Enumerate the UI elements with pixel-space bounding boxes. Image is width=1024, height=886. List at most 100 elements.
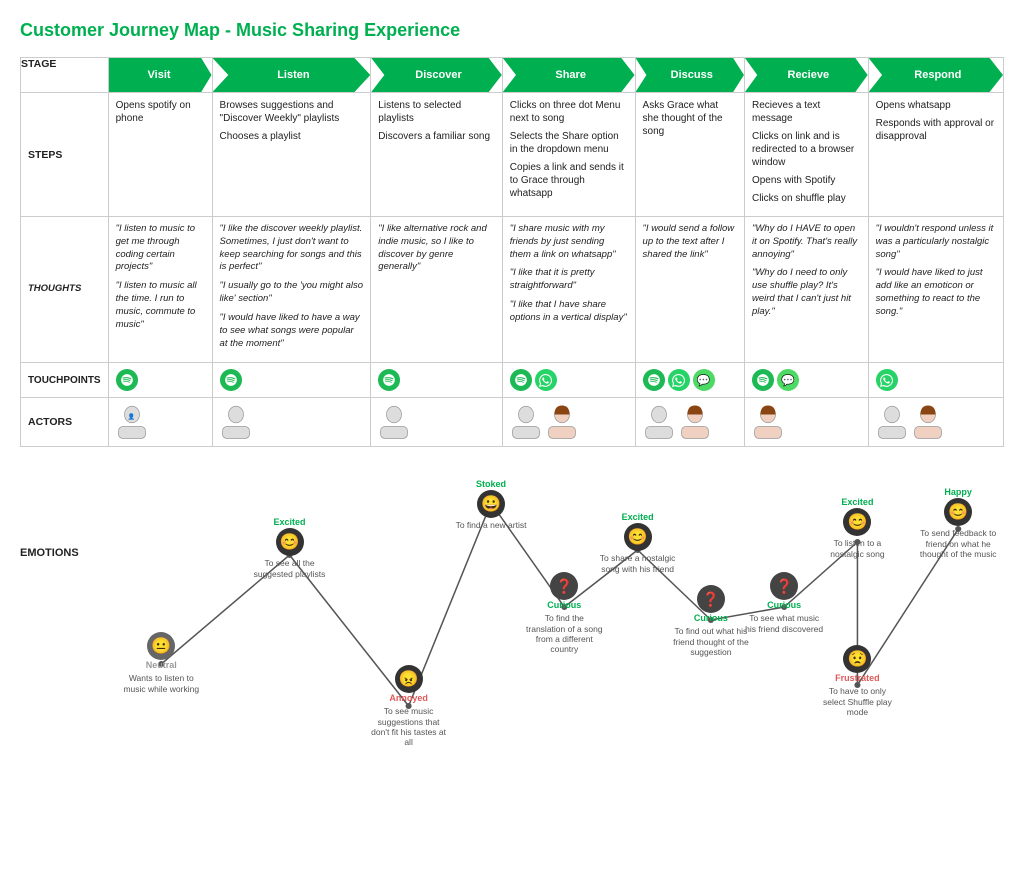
actor-icons-respond [876, 404, 996, 440]
touchpoints-label: TOUCHPOINTS [21, 363, 109, 398]
emotion-node-excited3: Excited 😊 To listen to a nostalgic song [817, 497, 897, 558]
thought-item: "I like alternative rock and indie music… [378, 223, 494, 274]
thoughts-label: THOUGHTS [21, 217, 109, 363]
steps-row: STEPS Opens spotify on phone Browses sug… [21, 93, 1004, 217]
actors-label: ACTORS [21, 398, 109, 447]
emotion-face-excited2: 😊 [624, 523, 652, 551]
emotion-label-curious3: Curious [767, 600, 801, 610]
whatsapp-icon [876, 369, 898, 391]
step-item: Asks Grace what she thought of the song [643, 99, 737, 138]
stage-arrow-respond: Respond [869, 58, 1003, 92]
actors-listen [212, 398, 371, 447]
actor-icons-discuss [643, 404, 737, 440]
step-item: Chooses a playlist [220, 130, 364, 143]
actor-user-icon [643, 404, 675, 440]
imessage-icon: 💬 [693, 369, 715, 391]
touchpoint-icons [876, 369, 996, 391]
touchpoints-row: TOUCHPOINTS [21, 363, 1004, 398]
step-item: Clicks on three dot Menu next to song [510, 99, 628, 125]
emotion-face-curious3: ❓ [770, 572, 798, 600]
stage-label: STAGE [21, 58, 109, 93]
step-item: Recieves a text message [752, 99, 861, 125]
actor-icons-share [510, 404, 628, 440]
thought-item: "I usually go to the 'you might also lik… [220, 280, 364, 306]
steps-recieve: Recieves a text message Clicks on link a… [744, 93, 868, 217]
actor-icons-visit: 👤 [116, 404, 205, 440]
thoughts-listen: "I like the discover weekly playlist. So… [212, 217, 371, 363]
emotion-face-frustrated: 😟 [843, 645, 871, 673]
emotion-face-curious2: ❓ [697, 585, 725, 613]
emotion-face-curious1: ❓ [550, 572, 578, 600]
stage-row: STAGE Visit Listen Discover Share Discus… [21, 58, 1004, 93]
thought-item: "I would have liked to have a way to see… [220, 312, 364, 350]
emotion-sublabel-annoyed: To see music suggestions that don't fit … [369, 706, 449, 747]
emotion-label-excited2: Excited [622, 512, 654, 522]
actor-user-icon [220, 404, 252, 440]
actor-friend-icon [912, 404, 944, 440]
title-highlight: Music Sharing Experience [236, 20, 460, 40]
emotion-sublabel-excited2: To share a nostalgic song with his frien… [598, 553, 678, 573]
thought-item: "I wouldn't respond unless it was a part… [876, 223, 996, 261]
step-item: Opens with Spotify [752, 174, 861, 187]
emotion-node-curious1: ❓ Curious To find the translation of a s… [524, 572, 604, 654]
steps-label: STEPS [21, 93, 109, 217]
actors-recieve [744, 398, 868, 447]
thoughts-row: THOUGHTS "I listen to music to get me th… [21, 217, 1004, 363]
emotion-sublabel-curious2: To find out what his friend thought of t… [671, 626, 751, 657]
touchpoints-share [502, 363, 635, 398]
emotion-node-excited1: Excited 😊 To see all the suggested playl… [250, 517, 330, 578]
emotion-sublabel-frustrated: To have to only select Shuffle play mode [817, 686, 897, 717]
emotion-node-happy: Happy 😊 To send feedback to friend on wh… [918, 487, 998, 559]
actor-friend-icon [546, 404, 578, 440]
steps-discuss: Asks Grace what she thought of the song [635, 93, 744, 217]
thought-item: "I share music with my friends by just s… [510, 223, 628, 261]
step-item: Responds with approval or disapproval [876, 117, 996, 143]
step-item: Clicks on link and is redirected to a br… [752, 130, 861, 169]
touchpoint-icons: 💬 [643, 369, 737, 391]
emotions-label: EMOTIONS [20, 467, 88, 737]
stage-arrow-recieve: Recieve [745, 58, 868, 92]
stage-discuss: Discuss [635, 58, 744, 93]
thoughts-discuss: "I would send a follow up to the text af… [635, 217, 744, 363]
emotion-label-curious1: Curious [547, 600, 581, 610]
actor-user-icon: 👤 [116, 404, 148, 440]
emotion-face-stoked: 😀 [477, 490, 505, 518]
emotion-face-excited1: 😊 [276, 528, 304, 556]
step-item: Browses suggestions and "Discover Weekly… [220, 99, 364, 125]
thought-item: "I listen to music to get me through cod… [116, 223, 205, 274]
touchpoints-visit [108, 363, 212, 398]
touchpoints-listen [212, 363, 371, 398]
stage-arrow-discuss: Discuss [636, 58, 744, 92]
thought-item: "Why do I need to only use shuffle play?… [752, 267, 861, 318]
spotify-icon [116, 369, 138, 391]
touchpoints-respond [868, 363, 1003, 398]
stage-visit: Visit [108, 58, 212, 93]
touchpoint-icons [220, 369, 364, 391]
actor-icons-listen [220, 404, 364, 440]
emotion-face-excited3: 😊 [843, 508, 871, 536]
emotion-label-happy: Happy [944, 487, 972, 497]
thoughts-visit: "I listen to music to get me through cod… [108, 217, 212, 363]
thought-item: "I like that I have share options in a v… [510, 299, 628, 325]
steps-visit: Opens spotify on phone [108, 93, 212, 217]
step-item: Opens whatsapp [876, 99, 996, 112]
actors-respond [868, 398, 1003, 447]
actors-visit: 👤 [108, 398, 212, 447]
imessage-icon: 💬 [777, 369, 799, 391]
touchpoint-icons [510, 369, 628, 391]
thought-item: "I like the discover weekly playlist. So… [220, 223, 364, 274]
thought-item: "I would have liked to just add like an … [876, 267, 996, 318]
emotion-node-frustrated: 😟 Frustrated To have to only select Shuf… [817, 645, 897, 717]
touchpoints-discuss: 💬 [635, 363, 744, 398]
stage-listen: Listen [212, 58, 371, 93]
spotify-icon [643, 369, 665, 391]
steps-listen: Browses suggestions and "Discover Weekly… [212, 93, 371, 217]
emotion-face-annoyed: 😠 [395, 665, 423, 693]
spotify-icon [510, 369, 532, 391]
stage-discover: Discover [371, 58, 502, 93]
emotion-sublabel-stoked: To find a new artist [451, 520, 531, 530]
touchpoint-icons: 💬 [752, 369, 861, 391]
emotion-node-curious2: ❓ Curious To find out what his friend th… [671, 585, 751, 657]
thoughts-discover: "I like alternative rock and indie music… [371, 217, 502, 363]
emotions-section: EMOTIONS [20, 467, 1004, 737]
